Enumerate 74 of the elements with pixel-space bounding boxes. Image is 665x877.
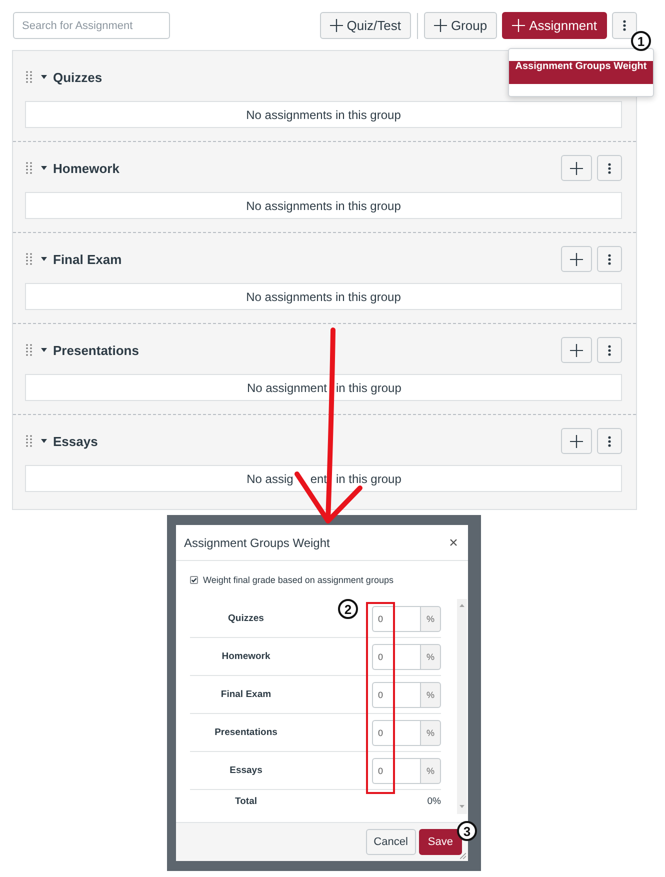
drag-handle-icon[interactable] [26,253,32,265]
more-icon [608,344,611,356]
checkbox[interactable] [190,576,198,584]
group-name: Final Exam [220,689,272,700]
empty-message: in this group [336,380,402,394]
cancel-button[interactable]: Cancel [366,829,416,855]
add-button[interactable]: Group [424,12,498,39]
empty-message: ent [310,472,327,486]
empty-message: No assig [246,472,294,486]
resize-grip-icon[interactable] [460,853,466,859]
plus-icon [570,252,583,266]
drag-handle-icon[interactable] [26,162,32,174]
plus-icon [434,19,447,32]
plus-icon [570,434,583,448]
group-options-button[interactable] [597,246,622,272]
more-icon [623,20,626,31]
more-icon [608,162,611,174]
caret-down-icon[interactable] [41,166,47,170]
percent-addon: % [420,606,441,632]
plus-icon [512,19,526,32]
add-assignment-button[interactable] [561,155,592,181]
group-title: Presentations [53,342,139,358]
percent-input[interactable]: 0 [372,720,420,746]
total-value: 0% [427,796,441,806]
add-assignment-button[interactable] [561,246,592,272]
percent-addon: % [420,720,441,746]
group-title: Essays [53,434,98,448]
search-field[interactable]: Search for Assignment [13,12,170,39]
percent-input[interactable]: 0 [372,644,420,670]
caret-down-icon[interactable] [41,75,47,79]
group-name: Presentations [214,727,278,738]
group-title: Homework [53,160,120,176]
add-button[interactable]: Quiz/Test [320,12,411,39]
percent-input[interactable]: 0 [372,682,420,708]
menu-item[interactable]: Assignment Groups Weight [509,61,653,84]
empty-message: No assignments in this group [246,108,401,122]
empty-message: No assignment [246,380,327,394]
plus-icon [570,344,583,356]
group-options-button[interactable] [597,155,622,181]
percent-input[interactable]: 0 [372,606,420,632]
group-options-button[interactable] [597,428,622,454]
group-options-button[interactable] [597,337,622,363]
add-button[interactable]: Assignment [502,12,607,39]
checkbox-label: Weight final grade based on assignment groups [203,575,394,585]
percent-addon: % [420,682,441,708]
percent-addon: % [420,644,441,670]
group-title: Final Exam [53,252,122,266]
percent-addon: % [420,758,441,784]
percent-input[interactable]: 0 [372,758,420,784]
caret-down-icon[interactable] [41,257,47,261]
close-icon[interactable] [450,539,457,546]
plus-icon [330,19,343,32]
save-button[interactable]: Save [418,829,462,855]
total-label: Total [235,796,257,806]
dialog-title: Assignment Groups Weight [184,536,331,550]
drag-handle-icon[interactable] [26,435,32,447]
empty-message: No assignments in this group [246,198,401,212]
add-assignment-button[interactable] [561,428,592,454]
caret-down-icon[interactable] [41,439,47,443]
group-name: Homework [222,651,270,662]
group-name: Essays [230,765,262,776]
group-name: Quizzes [228,613,264,624]
drag-handle-icon[interactable] [26,71,32,83]
empty-message: No assignments in this group [246,290,401,304]
more-icon [608,436,611,446]
drag-handle-icon[interactable] [26,344,32,356]
plus-icon [570,162,583,174]
group-title: Quizzes [53,70,102,84]
caret-down-icon[interactable] [41,348,47,352]
more-icon [608,254,611,264]
add-assignment-button[interactable] [561,337,592,363]
more-options-button[interactable] [612,12,637,39]
scrollbar[interactable] [457,599,467,814]
empty-message: in this group [336,472,402,486]
